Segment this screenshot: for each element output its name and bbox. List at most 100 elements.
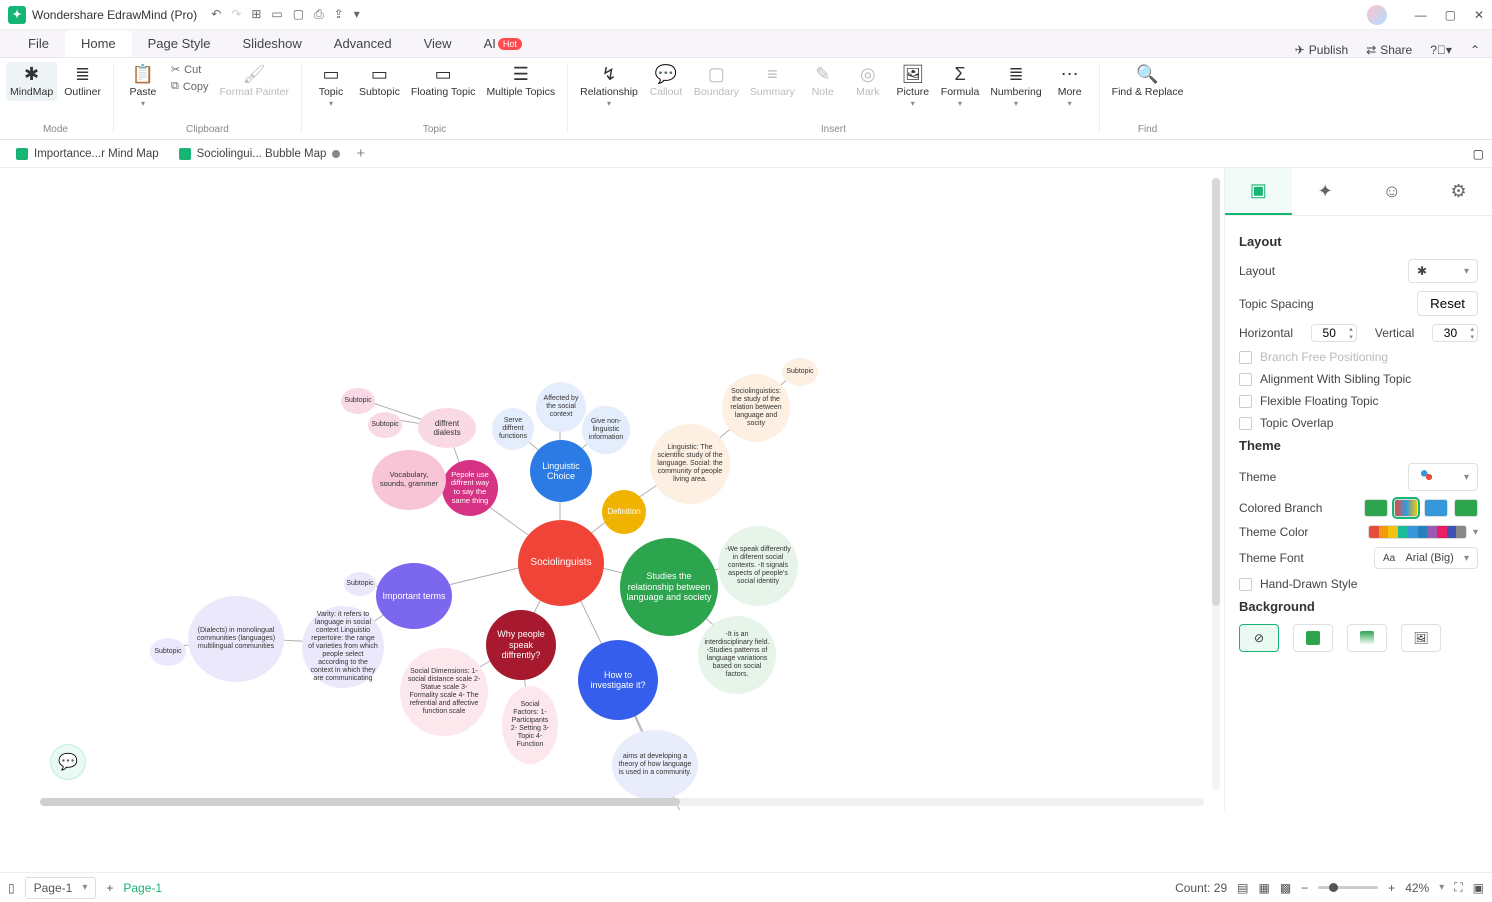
- numbering-button[interactable]: ≣Numbering▾: [986, 62, 1045, 110]
- theme-color-palette[interactable]: [1368, 525, 1467, 539]
- node-subtopic-2[interactable]: Subtopic: [341, 388, 375, 414]
- doc-tab-2[interactable]: Sociolingui... Bubble Map: [169, 144, 351, 164]
- bg-image[interactable]: 🖼: [1401, 624, 1441, 652]
- h-scroll-thumb[interactable]: [40, 798, 680, 806]
- node-social-fac[interactable]: Social Factors: 1- Participants 2- Setti…: [502, 686, 558, 764]
- copy-button[interactable]: ⧉Copy: [167, 79, 213, 94]
- mindmap-mode-button[interactable]: ✱MindMap: [6, 62, 57, 101]
- close-button[interactable]: ✕: [1474, 8, 1484, 22]
- branch-style-4[interactable]: [1454, 499, 1478, 517]
- hand-drawn-checkbox[interactable]: Hand-Drawn Style: [1239, 577, 1478, 591]
- find-replace-button[interactable]: 🔍Find & Replace: [1108, 62, 1188, 101]
- menu-ai[interactable]: AI Hot: [468, 30, 538, 57]
- view-mode-2-icon[interactable]: ▦: [1258, 881, 1269, 895]
- active-page[interactable]: Page-1: [123, 881, 162, 895]
- node-subtopic-5[interactable]: Subtopic: [344, 572, 376, 596]
- v-scrollbar[interactable]: [1212, 178, 1220, 790]
- boundary-button[interactable]: ▢Boundary: [690, 62, 743, 101]
- add-tab-button[interactable]: +: [356, 145, 365, 162]
- publish-button[interactable]: ✈Publish: [1295, 43, 1348, 57]
- reset-button[interactable]: Reset: [1417, 291, 1478, 316]
- node-dialects-lang[interactable]: (Dialects) in monolingual communities (l…: [188, 596, 284, 682]
- node-serve[interactable]: Serve diffrent functions: [492, 408, 534, 450]
- panel-toggle-icon[interactable]: ▢: [1473, 147, 1484, 161]
- node-vocab[interactable]: Vocabulary, sounds, grammer: [372, 450, 446, 510]
- fullscreen-icon[interactable]: ⛶: [1454, 880, 1462, 895]
- node-speak-diff[interactable]: -We speak differently in diferent social…: [718, 526, 798, 606]
- share-button[interactable]: ⇄Share: [1366, 43, 1412, 57]
- minimize-button[interactable]: —: [1415, 8, 1427, 22]
- node-subtopic-1[interactable]: Subtopic: [150, 638, 186, 666]
- menu-home[interactable]: Home: [65, 30, 132, 57]
- node-socio-study[interactable]: Sociolinguistics: the study of the relat…: [722, 374, 790, 442]
- zoom-out-button[interactable]: −: [1301, 881, 1308, 895]
- menu-file[interactable]: File: [12, 30, 65, 57]
- paste-button[interactable]: 📋Paste▾: [122, 62, 164, 110]
- more-button[interactable]: ⋯More▾: [1049, 62, 1091, 110]
- doc-tab-1[interactable]: Importance...r Mind Map: [6, 144, 169, 164]
- node-social-dim[interactable]: Social Dimensions: 1-social distance sca…: [400, 648, 488, 736]
- help-icon[interactable]: ?⃝▾: [1430, 43, 1452, 57]
- v-scroll-thumb[interactable]: [1212, 178, 1220, 606]
- save-icon[interactable]: ▢: [293, 7, 304, 22]
- view-mode-3-icon[interactable]: ▩: [1280, 881, 1291, 895]
- spin-up-icon[interactable]: ▴: [1470, 325, 1474, 333]
- horizontal-input[interactable]: ▴▾: [1311, 324, 1357, 342]
- chevron-down-icon[interactable]: ▾: [1439, 882, 1444, 893]
- node-subtopic-4[interactable]: Subtopic: [782, 358, 818, 386]
- user-avatar[interactable]: [1367, 5, 1387, 25]
- chat-fab[interactable]: 💬: [50, 744, 86, 780]
- subtopic-button[interactable]: ▭Subtopic: [355, 62, 404, 101]
- menu-advanced[interactable]: Advanced: [318, 30, 408, 57]
- node-dialects[interactable]: diffrent dialests: [418, 408, 476, 448]
- node-subtopic-3[interactable]: Subtopic: [368, 412, 402, 438]
- add-page-button[interactable]: +: [106, 881, 113, 895]
- branch-style-3[interactable]: [1424, 499, 1448, 517]
- summary-button[interactable]: ≡Summary: [746, 62, 799, 101]
- node-varity[interactable]: Varity: it refers to language in social …: [302, 606, 384, 688]
- branch-style-1[interactable]: [1364, 499, 1388, 517]
- align-sibling-checkbox[interactable]: Alignment With Sibling Topic: [1239, 372, 1478, 386]
- chevron-down-icon[interactable]: ▾: [1473, 527, 1478, 538]
- note-button[interactable]: ✎Note: [802, 62, 844, 101]
- tab-settings[interactable]: ⚙: [1425, 168, 1492, 215]
- bg-solid[interactable]: [1293, 624, 1333, 652]
- h-scrollbar[interactable]: [40, 798, 1204, 806]
- outliner-mode-button[interactable]: ≣Outliner: [60, 62, 105, 101]
- page-selector[interactable]: Page-1▾: [25, 877, 97, 899]
- node-aims[interactable]: aims at developing a theory of how langu…: [612, 730, 698, 800]
- node-linguistic-choice[interactable]: Linguistic Choice: [530, 440, 592, 502]
- zoom-knob[interactable]: [1329, 883, 1338, 892]
- callout-button[interactable]: 💬Callout: [645, 62, 687, 101]
- node-ling-social[interactable]: Linguistic: The scientific study of the …: [650, 424, 730, 504]
- zoom-in-button[interactable]: +: [1388, 881, 1395, 895]
- formula-button[interactable]: ΣFormula▾: [937, 62, 984, 110]
- view-mode-1-icon[interactable]: ▤: [1237, 881, 1248, 895]
- relationship-button[interactable]: ↯Relationship▾: [576, 62, 642, 110]
- floating-topic-button[interactable]: ▭Floating Topic: [407, 62, 480, 101]
- picture-button[interactable]: 🖼Picture▾: [892, 62, 934, 110]
- node-important[interactable]: Important terms: [376, 563, 452, 629]
- undo-icon[interactable]: ↶: [211, 7, 221, 22]
- theme-font-select[interactable]: AaArial (Big)▾: [1374, 547, 1478, 569]
- horizontal-value[interactable]: [1312, 326, 1346, 340]
- canvas[interactable]: Sociolinguists Studies the relationship …: [0, 168, 1224, 810]
- zoom-slider[interactable]: [1318, 886, 1378, 889]
- node-center[interactable]: Sociolinguists: [518, 520, 604, 606]
- open-icon[interactable]: ▭: [271, 7, 282, 22]
- bg-gradient[interactable]: [1347, 624, 1387, 652]
- menu-view[interactable]: View: [408, 30, 468, 57]
- menu-page-style[interactable]: Page Style: [132, 30, 227, 57]
- menu-slideshow[interactable]: Slideshow: [227, 30, 318, 57]
- vertical-value[interactable]: [1433, 326, 1467, 340]
- node-inter[interactable]: -It is an interdisciplinary field. -Stud…: [698, 616, 776, 694]
- vertical-input[interactable]: ▴▾: [1432, 324, 1478, 342]
- flexible-floating-checkbox[interactable]: Flexible Floating Topic: [1239, 394, 1478, 408]
- node-affected[interactable]: Affected by the social context: [536, 382, 586, 432]
- branch-style-2[interactable]: [1394, 499, 1418, 517]
- spin-up-icon[interactable]: ▴: [1349, 325, 1353, 333]
- theme-select[interactable]: ▾: [1408, 463, 1478, 491]
- outline-toggle-icon[interactable]: ▯: [8, 881, 15, 895]
- print-icon[interactable]: ⎙: [314, 7, 324, 22]
- tab-ai[interactable]: ✦: [1292, 168, 1359, 215]
